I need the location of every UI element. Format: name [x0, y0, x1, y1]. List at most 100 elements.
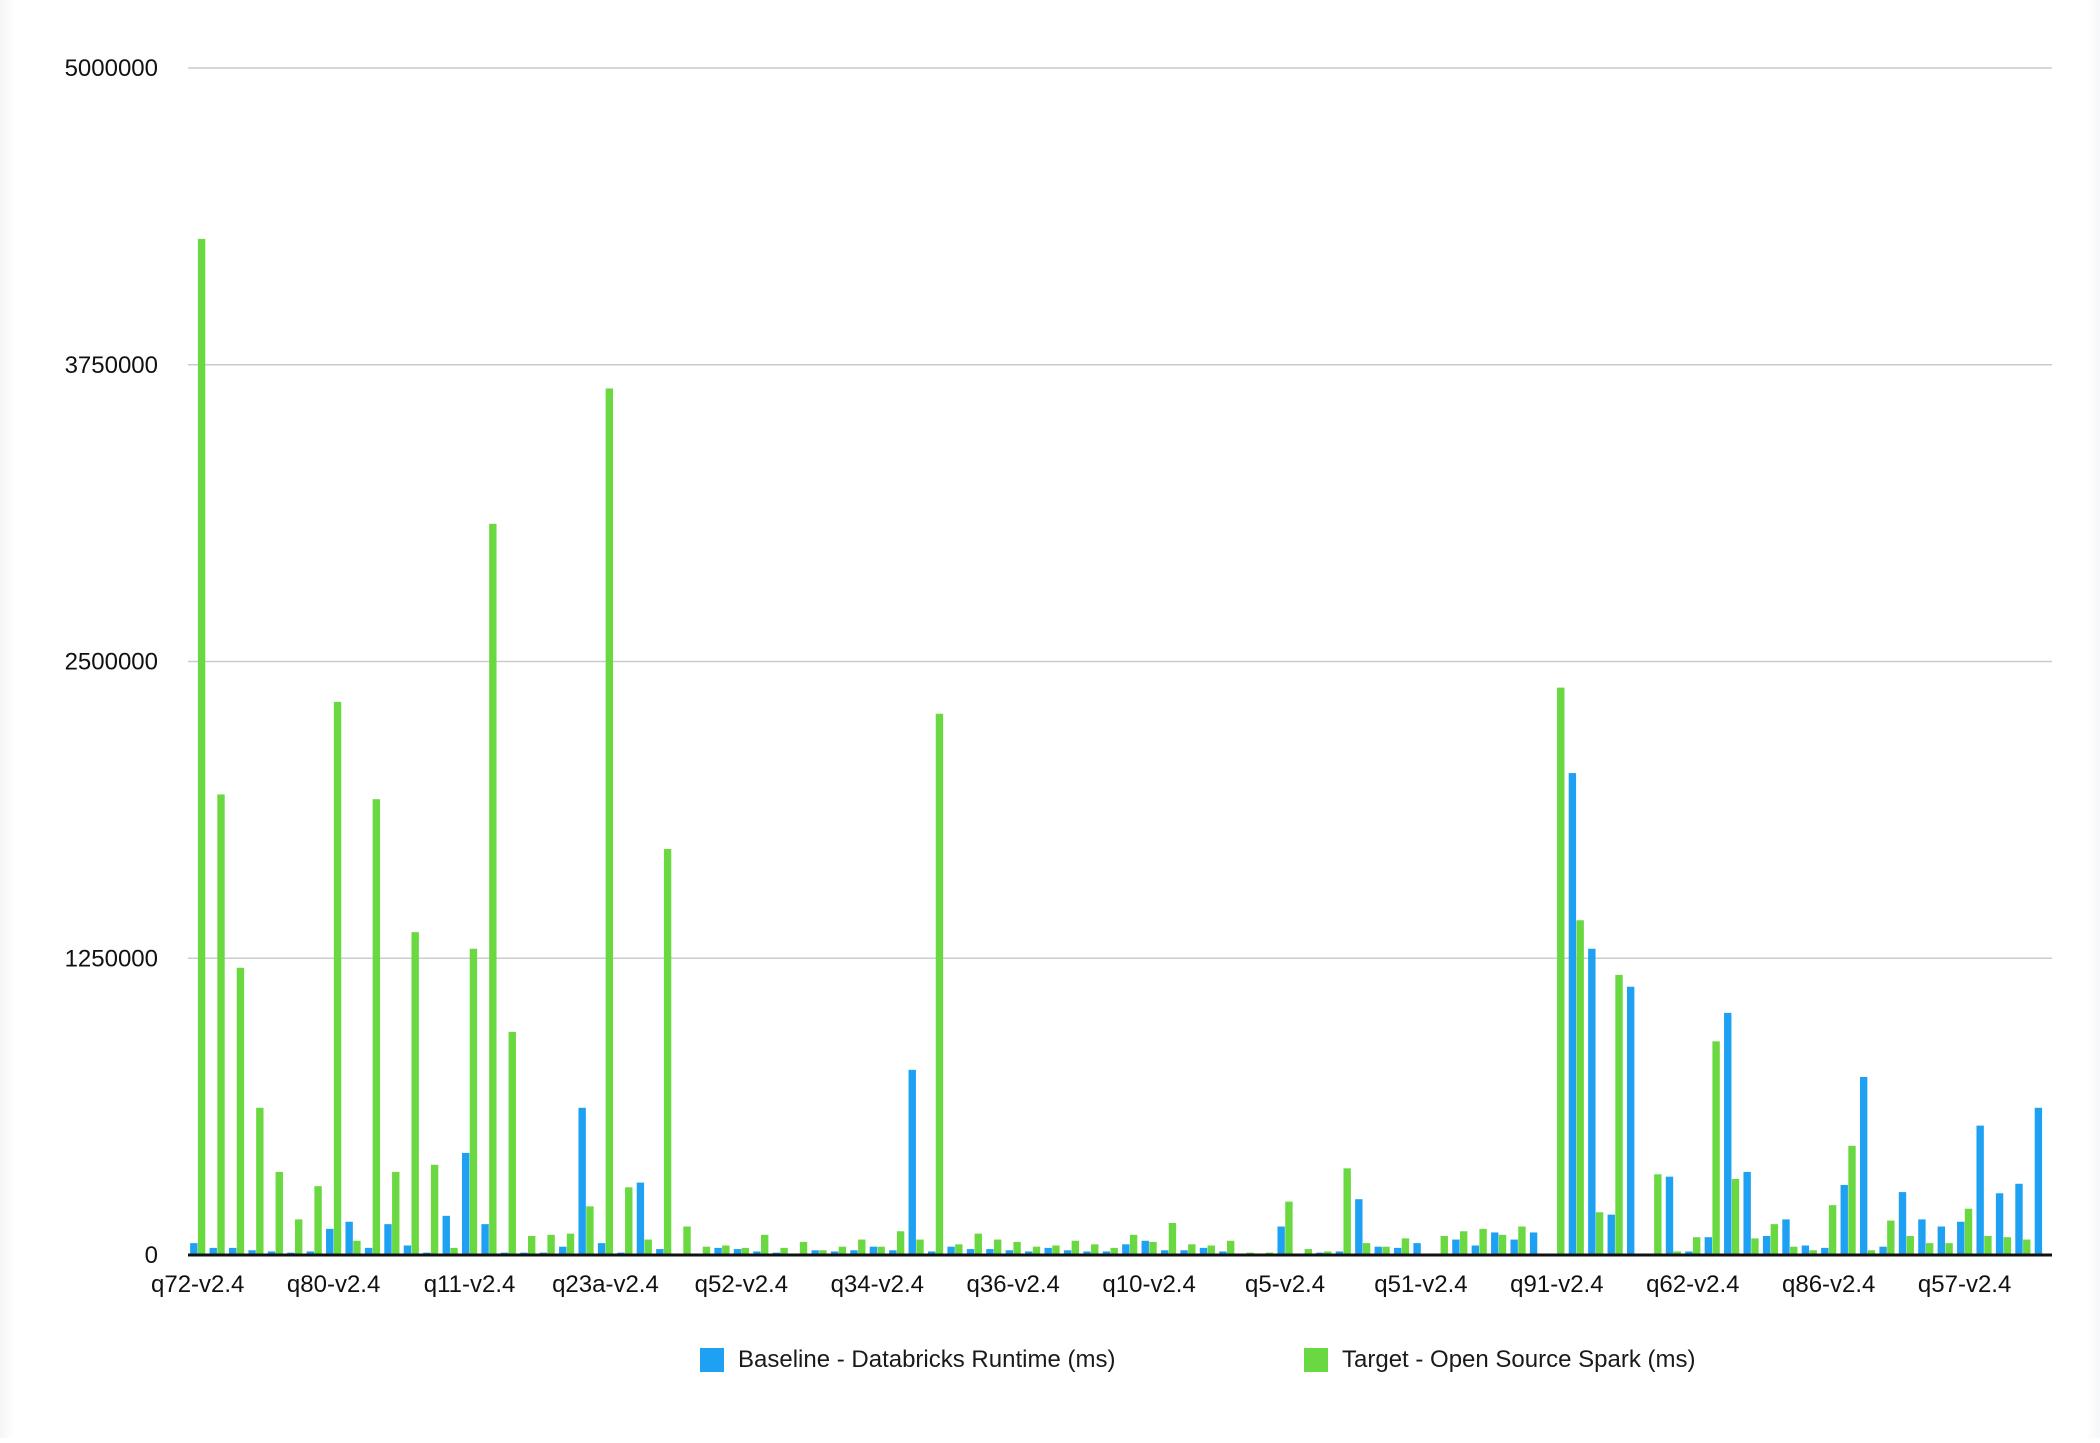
bar-baseline: [1141, 1240, 1149, 1255]
bar-baseline: [1122, 1244, 1130, 1255]
bar-baseline: [1724, 1012, 1732, 1255]
bar-target: [1887, 1220, 1895, 1255]
x-tick-label: q57-v2.4: [1918, 1271, 2011, 1298]
bar-target: [683, 1226, 691, 1255]
bar-target: [1285, 1201, 1293, 1255]
bar-target: [974, 1233, 982, 1255]
bar-target: [1925, 1243, 1934, 1255]
bar-target: [1945, 1243, 1953, 1255]
x-tick-label: q91-v2.4: [1510, 1271, 1603, 1298]
bar-target: [993, 1239, 1002, 1255]
legend-item-baseline: Baseline - Databricks Runtime (ms): [700, 1340, 1115, 1380]
gridlines: [188, 67, 2052, 959]
legend-label-baseline: Baseline - Databricks Runtime (ms): [738, 1346, 1116, 1373]
bar-target: [372, 799, 381, 1255]
bar-target: [1615, 974, 1623, 1255]
bar-chart: 0 1250000 2500000 3750000 5000000 q72-v2.4 q8…: [65, 55, 2052, 1298]
chart-root: 0 1250000 2500000 3750000 5000000 q72-v2.4 q8…: [0, 0, 2100, 1438]
bar-baseline: [1937, 1226, 1946, 1255]
bar-target: [217, 794, 225, 1255]
bar-target: [566, 1233, 575, 1255]
bar-baseline: [1743, 1171, 1751, 1255]
bar-baseline: [1840, 1184, 1848, 1255]
bar-target: [1654, 1174, 1662, 1255]
bar-target: [605, 388, 614, 1255]
bar-target: [1362, 1243, 1371, 1255]
x-tick-label: q36-v2.4: [967, 1271, 1060, 1298]
bar-target: [1091, 1244, 1099, 1255]
bar-target: [1731, 1179, 1740, 1255]
bar-target: [1576, 920, 1584, 1255]
bar-baseline: [1995, 1193, 2004, 1255]
bar-baseline: [1588, 948, 1596, 1255]
bar-target: [1751, 1238, 1759, 1255]
bar-baseline: [1607, 1214, 1615, 1255]
bar-baseline: [1782, 1219, 1790, 1255]
bar-baseline: [1859, 1076, 1868, 1255]
bar-baseline: [1491, 1232, 1499, 1255]
bar-baseline: [461, 1152, 470, 1255]
bar-target: [1518, 1226, 1526, 1255]
x-axis-tick-labels: q72-v2.4 q80-v2.4 q11-v2.4 q23a-v2.4 q52-v2.…: [151, 1271, 2011, 1298]
bar-target: [663, 849, 672, 1255]
bar-target: [1129, 1234, 1138, 1255]
legend-swatch-baseline: [700, 1348, 724, 1372]
x-tick-label: q72-v2.4: [151, 1271, 244, 1298]
bar-target: [1168, 1222, 1177, 1255]
x-tick-label: q52-v2.4: [695, 1271, 788, 1298]
bar-target: [1401, 1238, 1410, 1255]
y-tick-label: 5000000: [65, 55, 158, 82]
bar-target: [333, 701, 342, 1255]
bar-baseline: [190, 1243, 198, 1255]
bar-target: [955, 1244, 963, 1255]
bar-target: [1595, 1212, 1604, 1255]
bar-target: [2023, 1239, 2031, 1255]
bar-baseline: [636, 1182, 645, 1255]
bar-baseline: [1976, 1125, 1984, 1255]
bar-baseline: [1898, 1192, 1907, 1255]
legend-item-target: Target - Open Source Spark (ms): [1304, 1340, 1695, 1380]
bar-baseline: [1762, 1236, 1771, 1255]
bar-target: [1013, 1241, 1021, 1255]
bar-target: [508, 1031, 516, 1255]
bar-target: [935, 713, 944, 1255]
bar-target: [197, 238, 206, 1255]
bar-baseline: [578, 1107, 586, 1255]
bar-target: [411, 932, 419, 1255]
bar-baseline: [384, 1224, 392, 1255]
bar-target: [1188, 1244, 1196, 1255]
x-tick-label: q80-v2.4: [287, 1271, 380, 1298]
bar-target: [799, 1241, 808, 1255]
bar-target: [1984, 1236, 1992, 1255]
bar-baseline: [1918, 1219, 1926, 1255]
bar-target: [1828, 1205, 1837, 1255]
bar-target: [275, 1171, 283, 1255]
bar-target: [547, 1234, 555, 1255]
bar-target: [2003, 1237, 2012, 1255]
x-tick-label: q86-v2.4: [1782, 1271, 1875, 1298]
legend-label-target: Target - Open Source Spark (ms): [1342, 1346, 1696, 1373]
bar-baseline: [597, 1243, 606, 1255]
bar-baseline: [2015, 1183, 2023, 1255]
x-tick-label: q10-v2.4: [1102, 1271, 1195, 1298]
bars: [190, 238, 2043, 1255]
legend: Baseline - Databricks Runtime (ms) Targe…: [0, 1340, 2100, 1380]
bar-target: [1498, 1234, 1507, 1255]
bar-baseline: [1452, 1239, 1460, 1255]
bar-target: [1770, 1224, 1779, 1255]
bar-target: [1440, 1236, 1448, 1255]
bar-baseline: [1568, 773, 1577, 1255]
bar-target: [644, 1239, 652, 1255]
bar-baseline: [481, 1224, 489, 1255]
bar-target: [1557, 687, 1565, 1255]
x-tick-label: q5-v2.4: [1245, 1271, 1325, 1298]
bar-target: [314, 1186, 322, 1255]
bar-baseline: [1355, 1199, 1363, 1255]
legend-swatch-target: [1304, 1348, 1328, 1372]
bar-baseline: [1529, 1232, 1538, 1255]
bar-target: [1459, 1231, 1468, 1255]
y-tick-label: 2500000: [65, 649, 158, 676]
bar-target: [489, 523, 497, 1255]
bar-baseline: [1626, 986, 1635, 1255]
bar-baseline: [1957, 1221, 1965, 1255]
